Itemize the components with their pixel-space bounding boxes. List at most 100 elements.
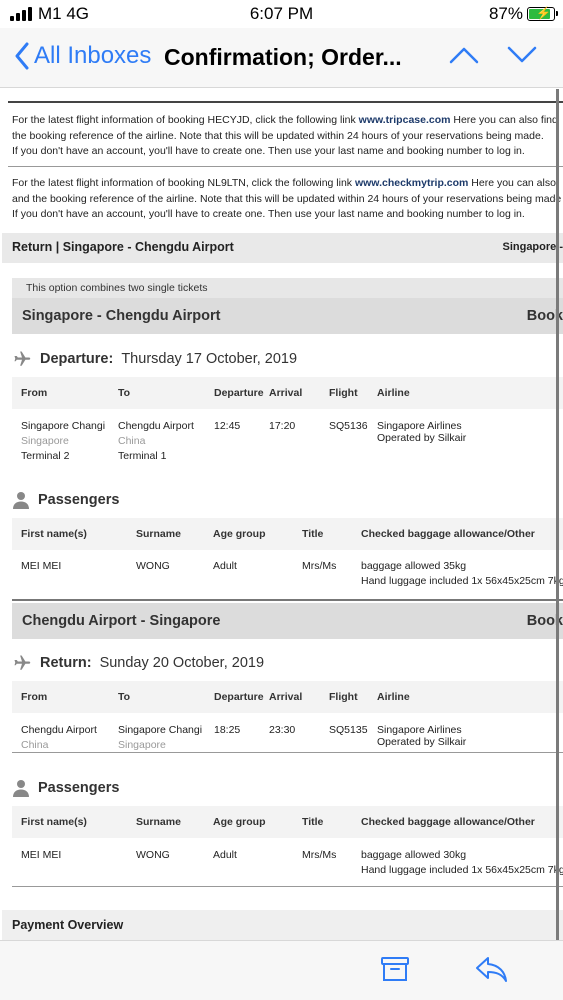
charging-bolt-icon: ⚡ [536,6,551,20]
passenger-row: MEI MEI WONG Adult Mrs/Ms baggage allowe… [12,848,563,880]
departure-date: Thursday 17 October, 2019 [121,351,298,367]
from-country: Singapore [21,435,69,447]
passenger-age-group: Adult [213,560,237,572]
col-airline: Airline [377,387,410,399]
info-line: the booking reference of the airline. No… [12,129,544,142]
info-line: For the latest flight information of boo… [12,114,558,126]
back-button[interactable]: All Inboxes [14,42,151,70]
email-body: For the latest flight information of boo… [0,89,563,940]
passenger-surname: WONG [136,560,170,572]
message-title: Confirmation; Order... [164,44,402,70]
passenger-title: Mrs/Ms [302,560,337,572]
col-departure: Departure [214,387,264,399]
col-flight: Flight [329,387,358,399]
passenger-age-group: Adult [213,849,237,861]
col-title: Title [302,528,324,540]
flight-number: SQ5135 [329,724,368,736]
passengers-heading: Passengers [12,779,119,797]
airplane-icon [14,655,31,670]
trip-summary-band: Return | Singapore - Chengdu Airport Sin… [2,233,563,263]
divider [12,752,563,753]
col-first-name: First name(s) [21,816,87,828]
battery-percent: 87% [488,4,523,23]
clock: 6:07 PM [249,4,314,23]
archive-icon[interactable] [380,954,410,984]
passenger-table-header: First name(s) Surname Age group Title Ch… [12,806,563,838]
return-date: Sunday 20 October, 2019 [99,655,265,671]
segment-header-outbound: Singapore - Chengdu Airport Book [12,298,563,334]
to-city: Singapore Changi [118,724,203,736]
reply-icon[interactable] [474,954,508,984]
from-city: Singapore Changi [21,420,106,432]
col-baggage: Checked baggage allowance/Other [361,528,535,540]
status-bar: M1 4G 6:07 PM 87% ⚡ [0,0,563,28]
col-airline: Airline [377,691,410,703]
passengers-label: Passengers [38,780,120,796]
col-departure: Departure [214,691,264,703]
chevron-left-icon [15,42,29,70]
bottom-toolbar [0,940,563,1000]
col-age-group: Age group [213,528,266,540]
passenger-title: Mrs/Ms [302,849,337,861]
baggage-allowance: baggage allowed 30kg [361,849,467,861]
chevron-down-icon[interactable] [507,46,537,64]
col-surname: Surname [136,528,181,540]
divider [12,886,563,887]
col-age-group: Age group [213,816,266,828]
passenger-table-header: First name(s) Surname Age group Title Ch… [12,518,563,550]
return-heading: Return: Sunday 20 October, 2019 [12,654,264,672]
back-label: All Inboxes [34,42,152,69]
segment-title: Singapore - Chengdu Airport [22,308,221,324]
arrival-time: 23:30 [269,724,296,736]
info-line: and the booking reference of the airline… [12,192,562,205]
col-arrival: Arrival [269,691,303,703]
to-country: Singapore [118,739,166,751]
checkmytrip-info: For the latest flight information of boo… [12,176,561,223]
passengers-label: Passengers [38,492,120,508]
passenger-first-name: MEI MEI [21,849,62,861]
hand-luggage: Hand luggage included 1x 56x45x25cm 7kg [361,575,563,587]
chevron-up-icon[interactable] [449,46,479,64]
operated-by: Operated by Silkair [377,432,467,444]
passenger-surname: WONG [136,849,170,861]
from-country: China [21,739,49,751]
col-arrival: Arrival [269,387,303,399]
hand-luggage: Hand luggage included 1x 56x45x25cm 7kg [361,864,563,876]
checkmytrip-link[interactable]: www.checkmytrip.com [355,177,468,189]
col-surname: Surname [136,816,181,828]
flight-number: SQ5136 [329,420,368,432]
scrollbar[interactable] [556,89,559,940]
flight-row: Singapore Changi Singapore Terminal 2 Ch… [12,419,563,469]
col-title: Title [302,816,324,828]
battery-icon: ⚡ [527,6,558,21]
payment-overview-label: Payment Overview [12,918,124,932]
to-terminal: Terminal 1 [118,450,167,462]
payment-overview-band: Payment Overview [2,910,563,940]
from-city: Chengdu Airport [21,724,97,736]
battery-group: 87% ⚡ [488,4,558,24]
operated-by: Operated by Silkair [377,736,467,748]
to-city: Chengdu Airport [118,420,194,432]
airplane-icon [14,351,31,366]
segment-header-return: Chengdu Airport - Singapore Book [12,603,563,639]
passengers-heading: Passengers [12,491,119,509]
nav-bar: All Inboxes Confirmation; Order... [0,28,563,88]
col-flight: Flight [329,691,358,703]
baggage-allowance: baggage allowed 35kg [361,560,467,572]
tripcase-link[interactable]: www.tripcase.com [359,114,451,126]
info-line: If you don't have an account, you'll hav… [12,208,525,220]
passenger-row: MEI MEI WONG Adult Mrs/Ms baggage allowe… [12,559,563,591]
person-icon [13,492,29,509]
col-to: To [118,387,131,399]
departure-heading: Departure: Thursday 17 October, 2019 [12,350,297,368]
flight-table-header: From To Departure Arrival Flight Airline [12,681,563,713]
col-from: From [21,691,48,703]
arrival-time: 17:20 [269,420,296,432]
segment-title: Chengdu Airport - Singapore [22,613,221,629]
divider [12,599,563,601]
return-label: Return: [40,655,92,671]
col-baggage: Checked baggage allowance/Other [361,816,535,828]
person-icon [13,780,29,797]
departure-time: 18:25 [214,724,241,736]
col-from: From [21,387,48,399]
